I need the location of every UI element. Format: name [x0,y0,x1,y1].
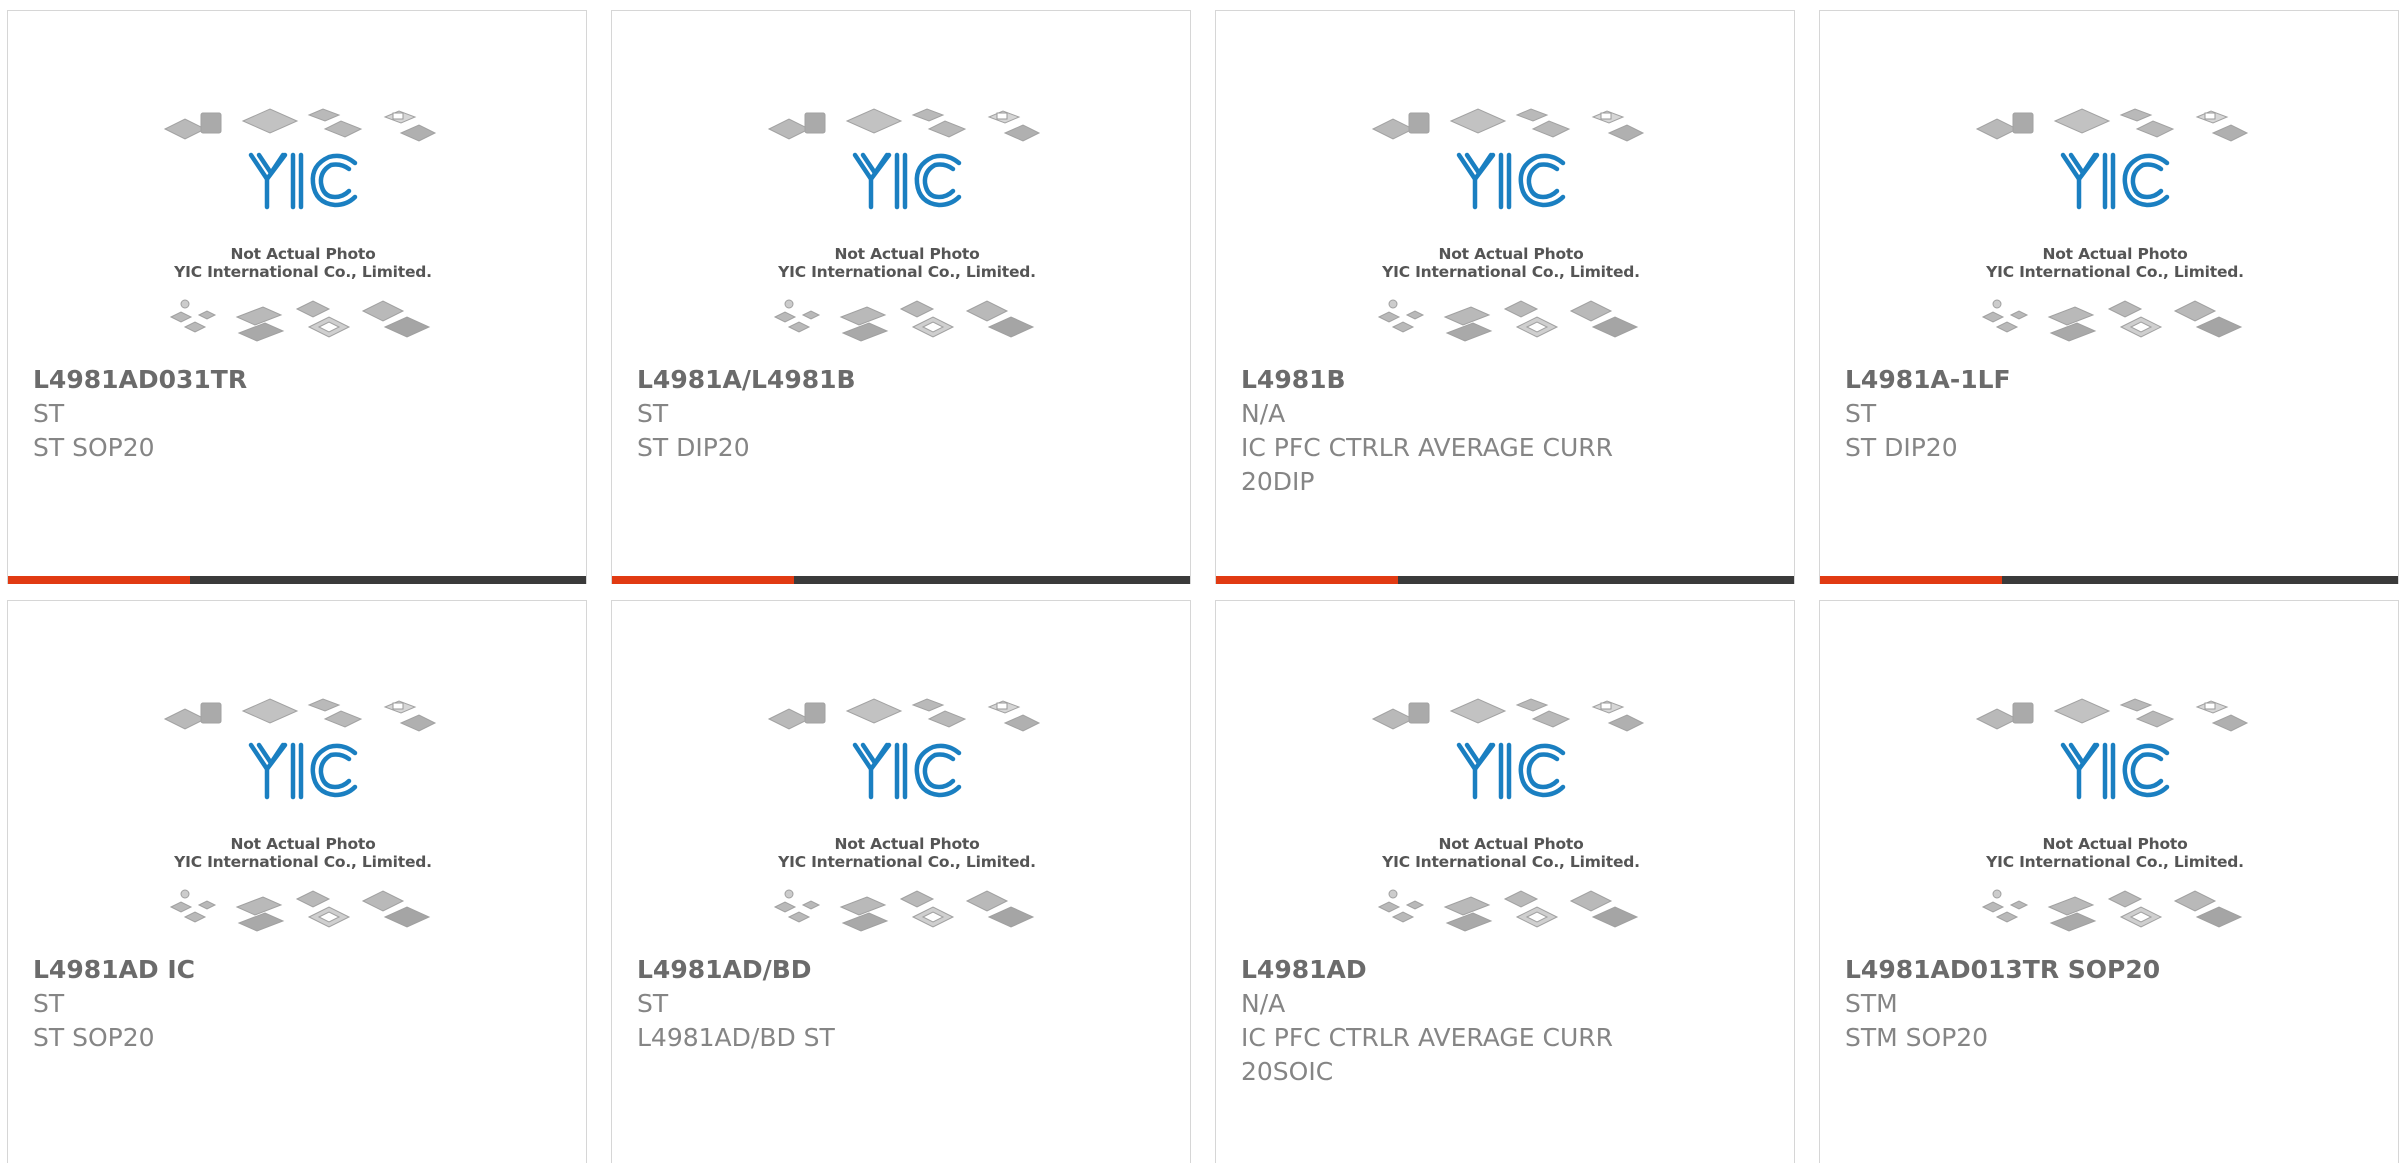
product-brand: ST [637,399,669,428]
product-description: STM SOP20 [1845,1023,1989,1052]
not-actual-photo-image: Not Actual Photo YIC International Co., … [163,689,443,943]
product-info: L4981AD031TR ST ST SOP20 [33,363,563,465]
not-actual-photo-image: Not Actual Photo YIC International Co., … [163,99,443,353]
product-part-number[interactable]: L4981A/L4981B [637,363,1167,397]
company-name-text: YIC International Co., Limited. [1382,853,1640,871]
product-description: IC PFC CTRLR AVERAGE CURR 20SOIC [1241,1023,1614,1086]
product-part-number[interactable]: L4981AD IC [33,953,563,987]
product-brand: STM [1845,989,1898,1018]
not-actual-photo-image: Not Actual Photo YIC International Co., … [1975,99,2255,353]
chip-packages-illustration [1371,108,1645,342]
product-part-number[interactable]: L4981AD/BD [637,953,1167,987]
product-description: ST SOP20 [33,433,155,462]
product-info: L4981A/L4981B ST ST DIP20 [637,363,1167,465]
product-description: L4981AD/BD ST [637,1023,835,1052]
company-name-text: YIC International Co., Limited. [174,263,432,281]
product-card-7[interactable]: Not Actual Photo YIC International Co., … [1215,600,1795,1163]
not-actual-photo-image: Not Actual Photo YIC International Co., … [1371,99,1651,353]
product-description: IC PFC CTRLR AVERAGE CURR 20DIP [1241,433,1614,496]
product-grid: Not Actual Photo YIC International Co., … [0,0,2400,1163]
not-actual-photo-text: Not Actual Photo [834,245,980,263]
product-brand: ST [33,399,65,428]
chip-packages-illustration [1371,698,1645,932]
card-bottom-bar [1216,576,1794,584]
product-info: L4981AD N/A IC PFC CTRLR AVERAGE CURR 20… [1241,953,1771,1089]
product-info: L4981B N/A IC PFC CTRLR AVERAGE CURR 20D… [1241,363,1771,499]
not-actual-photo-text: Not Actual Photo [230,245,376,263]
product-part-number[interactable]: L4981A-1LF [1845,363,2375,397]
product-brand: N/A [1241,399,1286,428]
product-card-5[interactable]: Not Actual Photo YIC International Co., … [7,600,587,1163]
company-name-text: YIC International Co., Limited. [1986,853,2244,871]
card-accent-bar [612,576,794,584]
product-card-8[interactable]: Not Actual Photo YIC International Co., … [1819,600,2399,1163]
not-actual-photo-text: Not Actual Photo [2042,245,2188,263]
product-brand: N/A [1241,989,1286,1018]
not-actual-photo-image: Not Actual Photo YIC International Co., … [1975,689,2255,943]
chip-packages-illustration [1975,698,2249,932]
product-info: L4981AD/BD ST L4981AD/BD ST [637,953,1167,1055]
not-actual-photo-text: Not Actual Photo [1438,835,1584,853]
product-card-6[interactable]: Not Actual Photo YIC International Co., … [611,600,1191,1163]
chip-packages-illustration [163,108,437,342]
not-actual-photo-image: Not Actual Photo YIC International Co., … [1371,689,1651,943]
chip-packages-illustration [767,108,1041,342]
chip-packages-illustration [163,698,437,932]
product-part-number[interactable]: L4981AD031TR [33,363,563,397]
product-card-2[interactable]: Not Actual Photo YIC International Co., … [611,10,1191,584]
product-info: L4981AD013TR SOP20 STM STM SOP20 [1845,953,2375,1055]
chip-packages-illustration [1975,108,2249,342]
product-part-number[interactable]: L4981AD013TR SOP20 [1845,953,2375,987]
product-info: L4981A-1LF ST ST DIP20 [1845,363,2375,465]
chip-packages-illustration [767,698,1041,932]
card-bottom-bar [1820,576,2398,584]
card-accent-bar [8,576,190,584]
company-name-text: YIC International Co., Limited. [1986,263,2244,281]
product-brand: ST [33,989,65,1018]
company-name-text: YIC International Co., Limited. [778,263,1036,281]
not-actual-photo-image: Not Actual Photo YIC International Co., … [767,689,1047,943]
not-actual-photo-text: Not Actual Photo [230,835,376,853]
product-description: ST SOP20 [33,1023,155,1052]
product-brand: ST [1845,399,1877,428]
product-description: ST DIP20 [637,433,750,462]
product-card-3[interactable]: Not Actual Photo YIC International Co., … [1215,10,1795,584]
card-bottom-bar [8,576,586,584]
not-actual-photo-text: Not Actual Photo [2042,835,2188,853]
card-accent-bar [1820,576,2002,584]
card-bottom-bar [612,576,1190,584]
product-part-number[interactable]: L4981AD [1241,953,1771,987]
not-actual-photo-text: Not Actual Photo [1438,245,1584,263]
card-accent-bar [1216,576,1398,584]
product-brand: ST [637,989,669,1018]
company-name-text: YIC International Co., Limited. [1382,263,1640,281]
not-actual-photo-text: Not Actual Photo [834,835,980,853]
product-info: L4981AD IC ST ST SOP20 [33,953,563,1055]
product-card-1[interactable]: Not Actual Photo YIC International Co., … [7,10,587,584]
company-name-text: YIC International Co., Limited. [174,853,432,871]
not-actual-photo-image: Not Actual Photo YIC International Co., … [767,99,1047,353]
company-name-text: YIC International Co., Limited. [778,853,1036,871]
product-card-4[interactable]: Not Actual Photo YIC International Co., … [1819,10,2399,584]
product-part-number[interactable]: L4981B [1241,363,1771,397]
product-description: ST DIP20 [1845,433,1958,462]
